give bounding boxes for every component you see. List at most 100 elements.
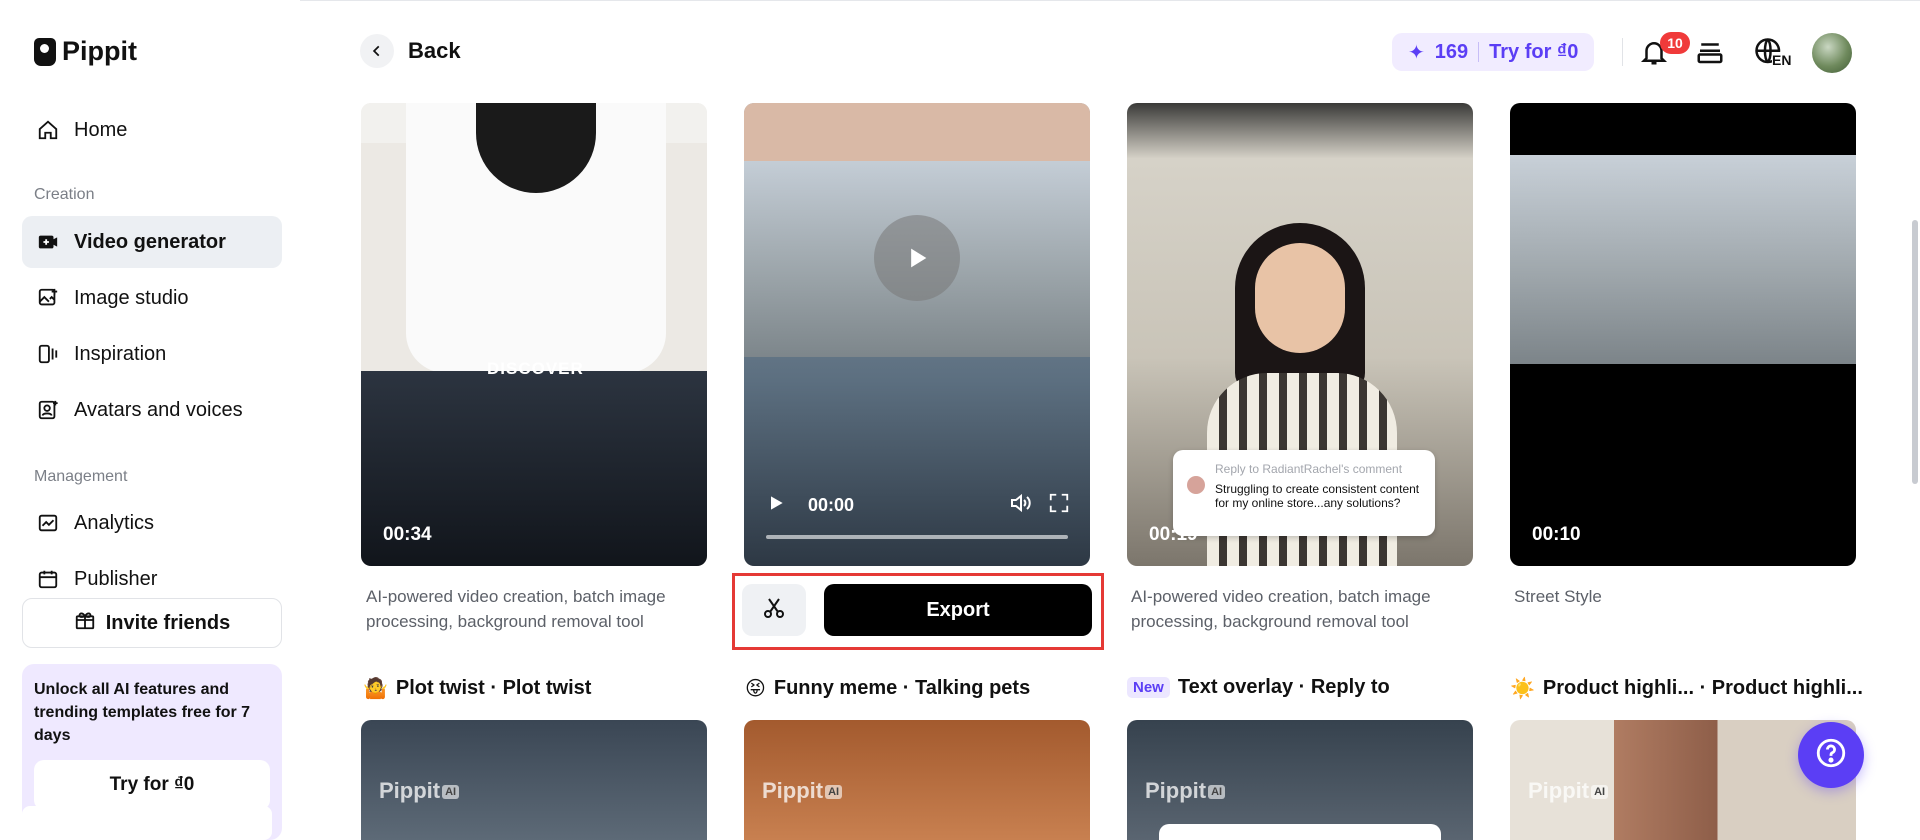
sidebar-item-inspiration[interactable]: Inspiration xyxy=(22,328,282,380)
sidebar-item-image-studio[interactable]: Image studio xyxy=(22,272,282,324)
cut-button[interactable] xyxy=(742,584,806,636)
sidebar-item-avatars-and-voices[interactable]: Avatars and voices xyxy=(22,384,282,436)
duration-label: 00:34 xyxy=(383,524,432,545)
sidebar-item-label: Video generator xyxy=(74,230,226,253)
watermark-suffix: AI xyxy=(825,785,843,800)
invite-friends-label: Invite friends xyxy=(105,611,231,634)
sidebar-item-label: Publisher xyxy=(74,567,158,590)
stack-icon[interactable] xyxy=(1692,34,1728,70)
play-overlay-button[interactable] xyxy=(874,215,960,301)
watermark-suffix: AI xyxy=(442,785,460,800)
group-photo xyxy=(1510,155,1856,364)
watermark: Pippit AI xyxy=(1145,778,1226,804)
chevron-left-icon xyxy=(360,34,394,68)
notification-badge: 10 xyxy=(1660,32,1690,54)
app-name: Pippit xyxy=(62,36,137,66)
image-plus-icon xyxy=(36,286,60,310)
sidebar-item-label: Inspiration xyxy=(74,342,167,365)
tongue-emoji-icon: 😝 xyxy=(745,678,766,700)
card-description: AI-powered video creation, batch image p… xyxy=(366,587,666,631)
watermark-brand: Pippit xyxy=(1145,778,1207,803)
template-thumbnail[interactable]: Pippit AI xyxy=(744,720,1090,840)
promo-try-button[interactable]: Try for ₫0 xyxy=(34,760,270,810)
try-for-label[interactable]: Try for ₫0 xyxy=(1489,41,1578,64)
sun-emoji-icon: ☀️ xyxy=(1510,678,1535,700)
language-icon[interactable]: EN xyxy=(1748,34,1792,70)
person-face xyxy=(1255,243,1345,353)
commenter-avatar xyxy=(1187,476,1205,494)
video-card-2[interactable]: 00:00 xyxy=(744,103,1090,566)
calendar-icon xyxy=(36,567,60,591)
pippit-logo-icon xyxy=(34,37,56,66)
template-title-text: Text overlay · Reply to xyxy=(1177,676,1390,698)
template-title[interactable]: 😝 Funny meme · Talking pets xyxy=(745,676,1030,701)
sidebar-item-label: Avatars and voices xyxy=(74,398,243,421)
sidebar-item-label: Image studio xyxy=(74,286,189,309)
watermark: Pippit AI xyxy=(1528,778,1609,804)
section-label-creation: Creation xyxy=(34,186,95,203)
invite-friends-button[interactable]: Invite friends xyxy=(22,598,282,648)
video-card-1[interactable]: DISCOVER 00:34 xyxy=(361,103,707,566)
watermark-brand: Pippit xyxy=(379,778,441,803)
sidebar-item-video-generator[interactable]: Video generator xyxy=(22,216,282,268)
player-controls: 00:00 xyxy=(766,491,1070,520)
template-title-text: Product highli... · Product highli... xyxy=(1542,677,1863,699)
video-card-3[interactable]: Reply to RadiantRachel's comment Struggl… xyxy=(1127,103,1473,566)
scrollbar[interactable] xyxy=(1912,220,1918,484)
watermark-brand: Pippit xyxy=(762,778,824,803)
sidebar-item-home[interactable]: Home xyxy=(22,104,282,156)
comment-text: Struggling to create consistent content … xyxy=(1215,482,1420,510)
back-label: Back xyxy=(408,38,461,63)
credits-pill[interactable]: ✦ 169 Try for ₫0 xyxy=(1392,33,1595,71)
template-title-text: Funny meme · Talking pets xyxy=(773,677,1031,699)
new-badge: New xyxy=(1127,677,1170,698)
divider xyxy=(1478,42,1480,62)
duration-label: 00:19 xyxy=(1149,524,1198,545)
top-frame xyxy=(744,103,1090,161)
gift-icon xyxy=(74,609,96,637)
sparkle-icon: ✦ xyxy=(1408,41,1425,64)
watermark-suffix: AI xyxy=(1591,785,1609,800)
credits-count: 169 xyxy=(1434,40,1469,63)
play-icon[interactable] xyxy=(766,493,786,518)
header-divider xyxy=(1622,38,1623,66)
section-label-management: Management xyxy=(34,468,128,485)
inspiration-icon xyxy=(36,342,60,366)
analytics-icon xyxy=(36,511,60,535)
discover-overlay: DISCOVER xyxy=(487,359,584,378)
help-icon xyxy=(1814,736,1848,775)
promo-text: Unlock all AI features and trending temp… xyxy=(34,681,251,744)
logo[interactable]: Pippit xyxy=(34,36,137,67)
video-plus-icon xyxy=(36,230,60,254)
card-description: AI-powered video creation, batch image p… xyxy=(1131,587,1431,631)
watermark-brand: Pippit xyxy=(1528,778,1590,803)
sidebar-item-label: Analytics xyxy=(74,511,155,534)
sidebar-footer xyxy=(22,806,272,840)
export-button[interactable]: Export xyxy=(824,584,1092,636)
current-time: 00:00 xyxy=(808,495,855,515)
sidebar-item-analytics[interactable]: Analytics xyxy=(22,497,282,549)
sidebar-item-label: Home xyxy=(74,118,128,141)
progress-bar[interactable] xyxy=(766,535,1068,539)
volume-icon[interactable] xyxy=(1008,491,1032,520)
back-button[interactable]: Back xyxy=(360,34,461,68)
template-title[interactable]: New Text overlay · Reply to xyxy=(1127,676,1390,699)
video-card-4[interactable]: 00:10 xyxy=(1510,103,1856,566)
duration-label: 00:10 xyxy=(1532,524,1581,545)
comment-overlay: Reply to RadiantRachel's comment Struggl… xyxy=(1173,450,1435,536)
template-title-text: Plot twist · Plot twist xyxy=(395,677,592,699)
fullscreen-icon[interactable] xyxy=(1048,492,1070,519)
template-thumbnail[interactable]: Pippit AI xyxy=(361,720,707,840)
template-title[interactable]: 🤷 Plot twist · Plot twist xyxy=(363,676,591,701)
language-label: EN xyxy=(1772,52,1792,68)
home-icon xyxy=(36,118,60,142)
sidebar: Pippit Home Creation Video generator Ima… xyxy=(0,0,300,840)
avatar[interactable] xyxy=(1812,33,1852,73)
template-title[interactable]: ☀️ Product highli... · Product highli... xyxy=(1510,676,1863,701)
shrug-emoji-icon: 🤷 xyxy=(363,678,388,700)
scissors-icon xyxy=(762,596,786,625)
comment-overlay xyxy=(1159,824,1441,840)
help-button[interactable] xyxy=(1798,722,1864,788)
watermark: Pippit AI xyxy=(762,778,843,804)
template-thumbnail[interactable]: Pippit AI xyxy=(1127,720,1473,840)
